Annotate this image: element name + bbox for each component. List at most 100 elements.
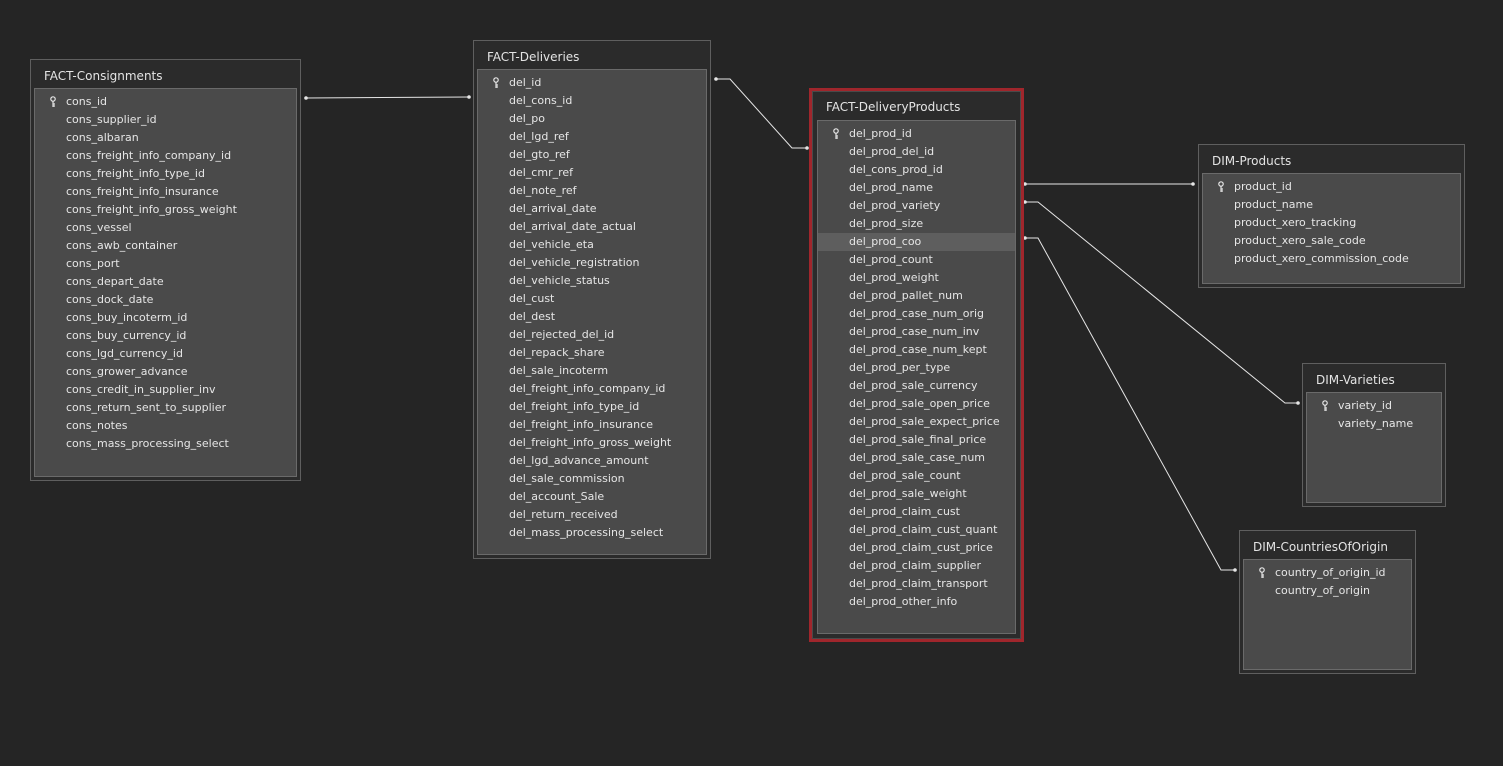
field-row[interactable]: del_cons_prod_id <box>818 161 1015 179</box>
field-row[interactable]: del_lgd_ref <box>478 128 706 146</box>
field-row[interactable]: del_prod_claim_cust_quant <box>818 521 1015 539</box>
field-row[interactable]: del_freight_info_type_id <box>478 398 706 416</box>
field-row[interactable]: del_prod_other_info <box>818 593 1015 611</box>
field-row[interactable]: del_prod_pallet_num <box>818 287 1015 305</box>
field-row[interactable]: cons_port <box>35 255 296 273</box>
field-row[interactable]: del_prod_claim_cust <box>818 503 1015 521</box>
diagram-canvas[interactable]: FACT-Consignments cons_id cons_supplier_i… <box>0 0 1503 766</box>
field-name: cons_credit_in_supplier_inv <box>66 383 216 396</box>
field-row[interactable]: variety_name <box>1307 415 1441 433</box>
field-row[interactable]: del_prod_claim_transport <box>818 575 1015 593</box>
field-row[interactable]: variety_id <box>1307 397 1441 415</box>
field-row[interactable]: product_name <box>1203 196 1460 214</box>
field-row[interactable]: product_xero_tracking <box>1203 214 1460 232</box>
field-row[interactable]: product_id <box>1203 178 1460 196</box>
field-row[interactable]: del_id <box>478 74 706 92</box>
field-row[interactable]: cons_freight_info_company_id <box>35 147 296 165</box>
field-row[interactable]: country_of_origin_id <box>1244 564 1411 582</box>
field-row[interactable]: del_prod_sale_weight <box>818 485 1015 503</box>
field-row[interactable]: cons_mass_processing_select <box>35 435 296 453</box>
field-row[interactable]: del_vehicle_registration <box>478 254 706 272</box>
field-row[interactable]: del_gto_ref <box>478 146 706 164</box>
field-row[interactable]: cons_vessel <box>35 219 296 237</box>
field-row[interactable]: cons_depart_date <box>35 273 296 291</box>
field-row[interactable]: cons_grower_advance <box>35 363 296 381</box>
field-row[interactable]: cons_credit_in_supplier_inv <box>35 381 296 399</box>
field-row[interactable]: cons_lgd_currency_id <box>35 345 296 363</box>
table-dim-countriesoforigin[interactable]: DIM-CountriesOfOrigin country_of_origin_… <box>1239 530 1416 674</box>
field-row[interactable]: country_of_origin <box>1244 582 1411 600</box>
field-row[interactable]: del_mass_processing_select <box>478 524 706 542</box>
field-row[interactable]: del_prod_variety <box>818 197 1015 215</box>
field-list: del_id del_cons_id del_po del_lgd_ref del_gt… <box>478 74 706 542</box>
field-row[interactable]: del_sale_commission <box>478 470 706 488</box>
field-row[interactable]: cons_notes <box>35 417 296 435</box>
field-row[interactable]: del_cmr_ref <box>478 164 706 182</box>
field-row[interactable]: cons_buy_currency_id <box>35 327 296 345</box>
field-name: del_prod_sale_open_price <box>849 397 990 410</box>
field-row[interactable]: cons_freight_info_type_id <box>35 165 296 183</box>
field-row[interactable]: del_cust <box>478 290 706 308</box>
field-row[interactable]: del_account_Sale <box>478 488 706 506</box>
field-row[interactable]: del_repack_share <box>478 344 706 362</box>
field-row[interactable]: del_prod_weight <box>818 269 1015 287</box>
field-name: del_cons_id <box>509 94 573 107</box>
table-fact-deliveries[interactable]: FACT-Deliveries del_id del_cons_id del_po d… <box>473 40 711 559</box>
field-row[interactable]: del_prod_sale_currency <box>818 377 1015 395</box>
table-dim-products[interactable]: DIM-Products product_id product_name produ… <box>1198 144 1465 288</box>
field-row[interactable]: del_arrival_date_actual <box>478 218 706 236</box>
field-row[interactable]: del_lgd_advance_amount <box>478 452 706 470</box>
field-row[interactable]: cons_awb_container <box>35 237 296 255</box>
field-row[interactable]: product_xero_sale_code <box>1203 232 1460 250</box>
field-row[interactable]: del_prod_per_type <box>818 359 1015 377</box>
field-row[interactable]: del_po <box>478 110 706 128</box>
field-row[interactable]: del_prod_claim_cust_price <box>818 539 1015 557</box>
field-name: cons_grower_advance <box>66 365 188 378</box>
field-name: cons_port <box>66 257 120 270</box>
field-name: del_freight_info_gross_weight <box>509 436 672 449</box>
field-row[interactable]: del_note_ref <box>478 182 706 200</box>
field-row[interactable]: del_dest <box>478 308 706 326</box>
field-row[interactable]: cons_id <box>35 93 296 111</box>
table-fact-consignments[interactable]: FACT-Consignments cons_id cons_supplier_i… <box>30 59 301 481</box>
field-row[interactable]: del_prod_id <box>818 125 1015 143</box>
field-row[interactable]: del_cons_id <box>478 92 706 110</box>
field-row[interactable]: del_prod_case_num_inv <box>818 323 1015 341</box>
field-row[interactable]: del_prod_sale_count <box>818 467 1015 485</box>
field-row[interactable]: cons_albaran <box>35 129 296 147</box>
field-name: del_prod_count <box>849 253 933 266</box>
field-row[interactable]: cons_freight_info_gross_weight <box>35 201 296 219</box>
field-row[interactable]: del_vehicle_eta <box>478 236 706 254</box>
field-row[interactable]: cons_dock_date <box>35 291 296 309</box>
field-row[interactable]: del_vehicle_status <box>478 272 706 290</box>
field-row[interactable]: del_prod_size <box>818 215 1015 233</box>
field-row[interactable]: del_prod_sale_expect_price <box>818 413 1015 431</box>
field-row[interactable]: del_freight_info_company_id <box>478 380 706 398</box>
field-row[interactable]: del_return_received <box>478 506 706 524</box>
field-row[interactable]: del_freight_info_gross_weight <box>478 434 706 452</box>
table-fact-deliveryproducts[interactable]: FACT-DeliveryProducts del_prod_id del_pro… <box>809 88 1024 642</box>
field-row[interactable]: del_prod_sale_open_price <box>818 395 1015 413</box>
field-row[interactable]: del_prod_sale_case_num <box>818 449 1015 467</box>
field-row[interactable]: del_prod_sale_final_price <box>818 431 1015 449</box>
field-row[interactable]: del_prod_case_num_kept <box>818 341 1015 359</box>
field-name: country_of_origin_id <box>1275 566 1386 579</box>
field-row[interactable]: product_xero_commission_code <box>1203 250 1460 268</box>
field-row[interactable]: del_sale_incoterm <box>478 362 706 380</box>
connector-end-dot <box>1191 182 1195 186</box>
field-row[interactable]: cons_buy_incoterm_id <box>35 309 296 327</box>
field-row[interactable]: del_prod_case_num_orig <box>818 305 1015 323</box>
field-row[interactable]: cons_return_sent_to_supplier <box>35 399 296 417</box>
field-row[interactable]: del_rejected_del_id <box>478 326 706 344</box>
field-row[interactable]: del_prod_name <box>818 179 1015 197</box>
field-row[interactable]: del_prod_coo <box>818 233 1015 251</box>
field-row[interactable]: cons_supplier_id <box>35 111 296 129</box>
field-row[interactable]: del_arrival_date <box>478 200 706 218</box>
field-row[interactable]: cons_freight_info_insurance <box>35 183 296 201</box>
field-name: cons_id <box>66 95 108 108</box>
table-dim-varieties[interactable]: DIM-Varieties variety_id variety_name <box>1302 363 1446 507</box>
field-row[interactable]: del_prod_count <box>818 251 1015 269</box>
field-row[interactable]: del_prod_del_id <box>818 143 1015 161</box>
field-row[interactable]: del_freight_info_insurance <box>478 416 706 434</box>
field-row[interactable]: del_prod_claim_supplier <box>818 557 1015 575</box>
